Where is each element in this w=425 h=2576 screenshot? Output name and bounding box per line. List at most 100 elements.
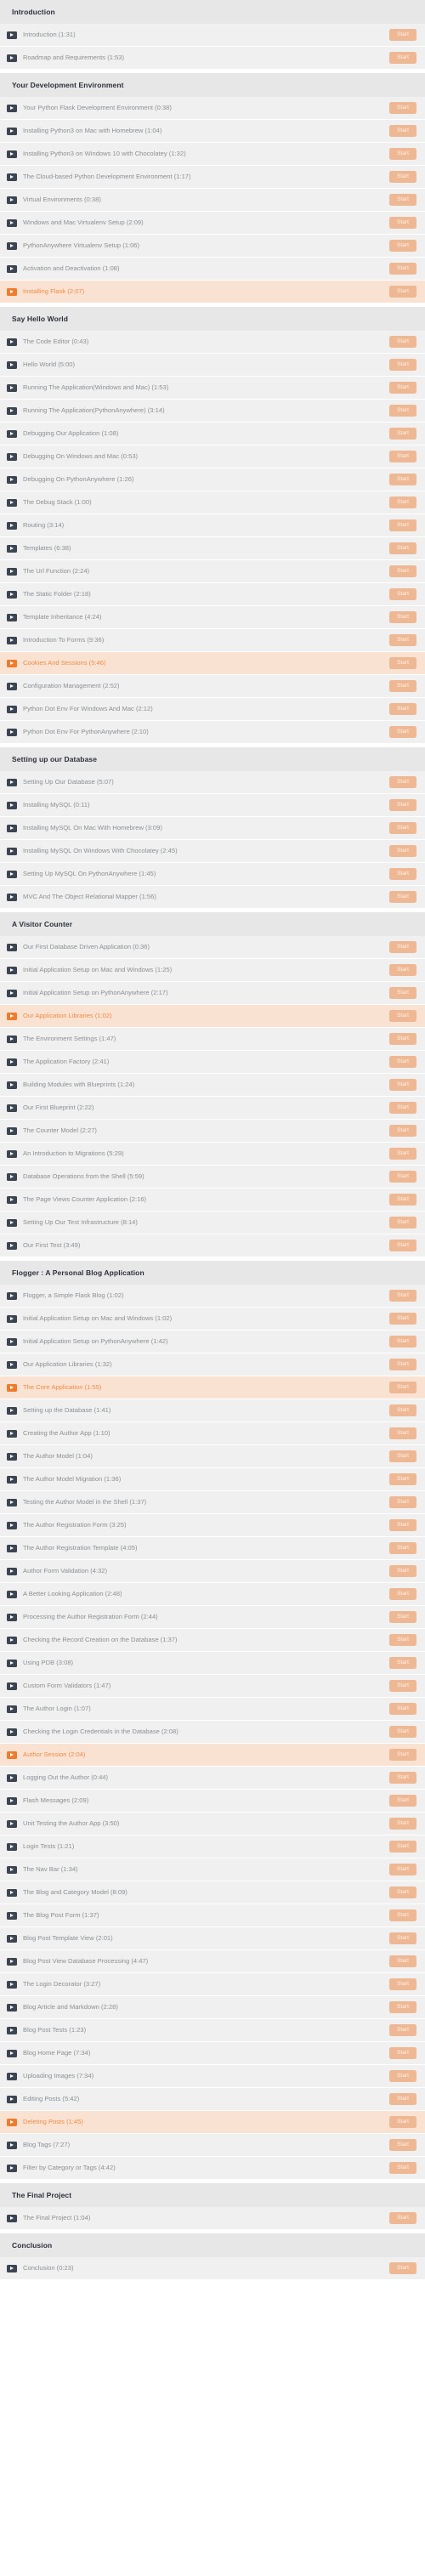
start-button[interactable]: Start: [389, 726, 416, 738]
start-button[interactable]: Start: [389, 565, 416, 577]
start-button[interactable]: Start: [389, 1726, 416, 1738]
lesson-row[interactable]: Routing (3:14) Start: [0, 514, 425, 537]
start-button[interactable]: Start: [389, 1217, 416, 1228]
start-button[interactable]: Start: [389, 451, 416, 462]
lesson-row[interactable]: Running The Application(PythonAnywhere) …: [0, 400, 425, 423]
lesson-row[interactable]: Debugging Our Application (1:08) Start: [0, 423, 425, 445]
lesson-row[interactable]: Processing the Author Registration Form …: [0, 1606, 425, 1629]
lesson-row[interactable]: Blog Tags (7:27) Start: [0, 2134, 425, 2157]
lesson-row[interactable]: Filter by Category or Tags (4:42) Start: [0, 2157, 425, 2180]
start-button[interactable]: Start: [389, 217, 416, 229]
lesson-row[interactable]: An Introduction to Migrations (5:29) Star…: [0, 1143, 425, 1166]
start-button[interactable]: Start: [389, 1079, 416, 1091]
start-button[interactable]: Start: [389, 657, 416, 669]
start-button[interactable]: Start: [389, 1657, 416, 1669]
lesson-row[interactable]: Installing MySQL On Windows With Chocola…: [0, 840, 425, 863]
lesson-row[interactable]: The Final Project (1:04) Start: [0, 2207, 425, 2230]
start-button[interactable]: Start: [389, 1772, 416, 1784]
lesson-row[interactable]: Our First Blueprint (2:22) Start: [0, 1097, 425, 1120]
lesson-row[interactable]: Checking the Record Creation on the Data…: [0, 1629, 425, 1652]
start-button[interactable]: Start: [389, 263, 416, 275]
start-button[interactable]: Start: [389, 1932, 416, 1944]
lesson-row[interactable]: Setting Up Our Test Infrastructure (8:14…: [0, 1211, 425, 1234]
lesson-row[interactable]: Introduction To Forms (9:36) Start: [0, 629, 425, 652]
start-button[interactable]: Start: [389, 542, 416, 554]
start-button[interactable]: Start: [389, 1909, 416, 1921]
lesson-row[interactable]: Logging Out the Author (0:44) Start: [0, 1767, 425, 1790]
lesson-row[interactable]: The Author Model Migration (1:36) Start: [0, 1468, 425, 1491]
lesson-row[interactable]: Debugging On PythonAnywhere (1:26) Start: [0, 468, 425, 491]
start-button[interactable]: Start: [389, 2001, 416, 2013]
start-button[interactable]: Start: [389, 1565, 416, 1577]
lesson-row[interactable]: Our First Test (3:49) Start: [0, 1234, 425, 1257]
start-button[interactable]: Start: [389, 1171, 416, 1183]
start-button[interactable]: Start: [389, 1978, 416, 1990]
start-button[interactable]: Start: [389, 1955, 416, 1967]
lesson-row[interactable]: The Page Views Counter Application (2:16…: [0, 1189, 425, 1211]
lesson-row[interactable]: Uploading Images (7:34) Start: [0, 2065, 425, 2088]
start-button[interactable]: Start: [389, 2093, 416, 2105]
lesson-row[interactable]: Initial Application Setup on Mac and Win…: [0, 959, 425, 982]
lesson-row[interactable]: PythonAnywhere Virtualenv Setup (1:06) St…: [0, 235, 425, 258]
start-button[interactable]: Start: [389, 1033, 416, 1045]
lesson-row[interactable]: Setting up the Database (1:41) Start: [0, 1399, 425, 1422]
start-button[interactable]: Start: [389, 1473, 416, 1485]
start-button[interactable]: Start: [389, 634, 416, 646]
start-button[interactable]: Start: [389, 496, 416, 508]
lesson-row[interactable]: Templates (6:38) Start: [0, 537, 425, 560]
lesson-row[interactable]: Setting Up MySQL On PythonAnywhere (1:45…: [0, 863, 425, 886]
lesson-row[interactable]: Our Application Libraries (1:02) Start: [0, 1005, 425, 1028]
lesson-row[interactable]: Building Modules with Blueprints (1:24) S…: [0, 1074, 425, 1097]
start-button[interactable]: Start: [389, 1634, 416, 1646]
lesson-row[interactable]: Blog Home Page (7:34) Start: [0, 2042, 425, 2065]
lesson-row[interactable]: The Blog Post Form (1:37) Start: [0, 1904, 425, 1927]
lesson-row[interactable]: Testing the Author Model in the Shell (1…: [0, 1491, 425, 1514]
start-button[interactable]: Start: [389, 1611, 416, 1623]
start-button[interactable]: Start: [389, 1841, 416, 1853]
start-button[interactable]: Start: [389, 1010, 416, 1022]
start-button[interactable]: Start: [389, 987, 416, 999]
lesson-row[interactable]: Creating the Author App (1:10) Start: [0, 1422, 425, 1445]
lesson-row[interactable]: Installing MySQL On Mac With Homebrew (3…: [0, 817, 425, 840]
lesson-row[interactable]: The Code Editor (0:43) Start: [0, 331, 425, 354]
lesson-row[interactable]: The Author Registration Form (3:25) Start: [0, 1514, 425, 1537]
lesson-row[interactable]: Initial Application Setup on PythonAnywh…: [0, 982, 425, 1005]
start-button[interactable]: Start: [389, 474, 416, 485]
lesson-row[interactable]: The Author Registration Template (4:05) S…: [0, 1537, 425, 1560]
start-button[interactable]: Start: [389, 2024, 416, 2036]
start-button[interactable]: Start: [389, 1519, 416, 1531]
lesson-row[interactable]: Editing Posts (5:42) Start: [0, 2088, 425, 2111]
lesson-row[interactable]: Python Dot Env For PythonAnywhere (2:10)…: [0, 721, 425, 744]
start-button[interactable]: Start: [389, 428, 416, 440]
lesson-row[interactable]: Windows and Mac Virtualenv Setup (2:09) S…: [0, 212, 425, 235]
start-button[interactable]: Start: [389, 1887, 416, 1898]
start-button[interactable]: Start: [389, 2047, 416, 2059]
lesson-row[interactable]: Activation and Deactivation (1:08) Start: [0, 258, 425, 281]
lesson-row[interactable]: Blog Post Tests (1:23) Start: [0, 2019, 425, 2042]
start-button[interactable]: Start: [389, 336, 416, 348]
start-button[interactable]: Start: [389, 680, 416, 692]
start-button[interactable]: Start: [389, 1542, 416, 1554]
start-button[interactable]: Start: [389, 822, 416, 834]
start-button[interactable]: Start: [389, 611, 416, 623]
start-button[interactable]: Start: [389, 588, 416, 600]
lesson-row[interactable]: Blog Post Template View (2:01) Start: [0, 1927, 425, 1950]
start-button[interactable]: Start: [389, 845, 416, 857]
start-button[interactable]: Start: [389, 405, 416, 417]
start-button[interactable]: Start: [389, 286, 416, 298]
lesson-row[interactable]: Roadmap and Requirements (1:53) Start: [0, 47, 425, 70]
start-button[interactable]: Start: [389, 1404, 416, 1416]
start-button[interactable]: Start: [389, 148, 416, 160]
lesson-row[interactable]: Installing MySQL (0:11) Start: [0, 794, 425, 817]
start-button[interactable]: Start: [389, 1148, 416, 1160]
start-button[interactable]: Start: [389, 1240, 416, 1251]
lesson-row[interactable]: Python Dot Env For Windows And Mac (2:12…: [0, 698, 425, 721]
start-button[interactable]: Start: [389, 799, 416, 811]
start-button[interactable]: Start: [389, 1056, 416, 1068]
lesson-row[interactable]: The Login Decorator (3:27) Start: [0, 1973, 425, 1996]
lesson-row[interactable]: The Author Login (1:07) Start: [0, 1698, 425, 1721]
lesson-row[interactable]: The Static Folder (2:18) Start: [0, 583, 425, 606]
lesson-row[interactable]: Deleting Posts (1:45) Start: [0, 2111, 425, 2134]
start-button[interactable]: Start: [389, 1102, 416, 1114]
start-button[interactable]: Start: [389, 964, 416, 976]
